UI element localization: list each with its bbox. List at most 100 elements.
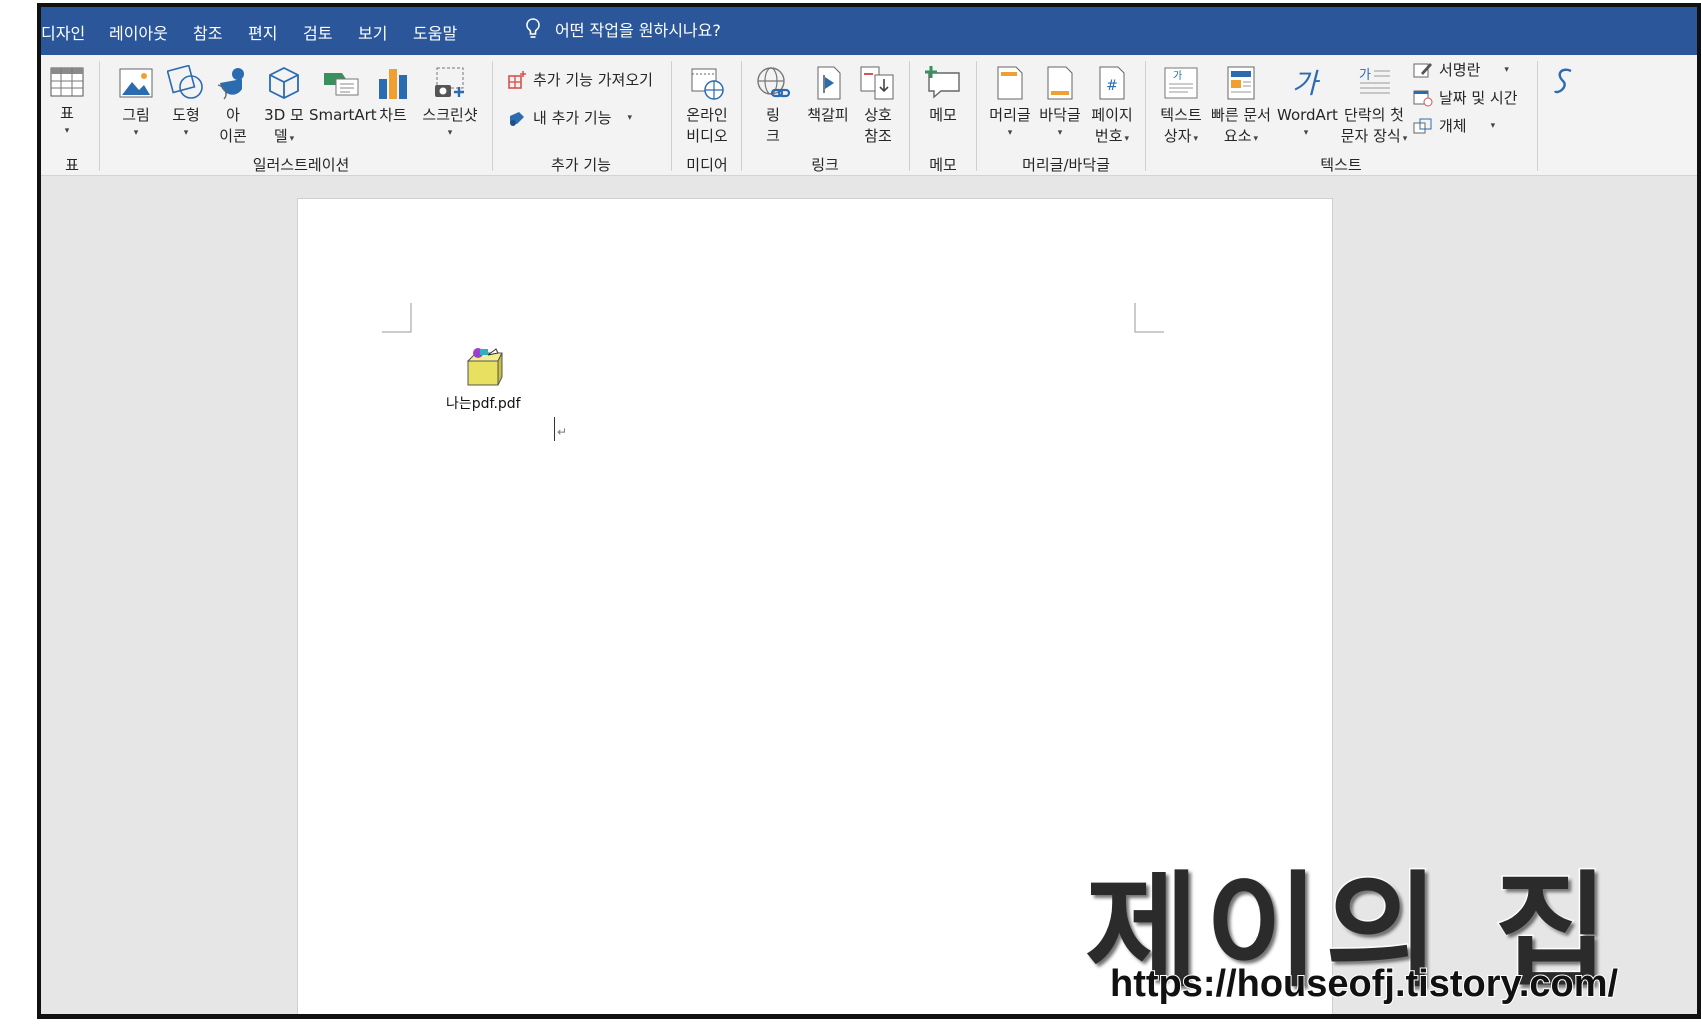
group-divider	[99, 61, 100, 171]
shapes-icon	[167, 65, 203, 99]
tell-me-box[interactable]: 어떤 작업을 원하시나요?	[523, 16, 721, 42]
chevron-down-icon: ▾	[447, 128, 453, 138]
text-box-button[interactable]: 가 텍스트 상자 ▾	[1155, 65, 1207, 150]
footer-icon	[1047, 66, 1073, 100]
drop-cap-label-line2: 문자 장식	[1340, 127, 1401, 145]
group-divider	[909, 61, 910, 171]
tab-layout[interactable]: 레이아웃	[109, 20, 168, 44]
quick-parts-label-line1: 빠른 문서	[1211, 106, 1271, 124]
cross-reference-label-line1: 상호	[864, 106, 892, 124]
comment-button[interactable]: 메모	[921, 65, 965, 126]
header-button[interactable]: 머리글 ▾	[987, 65, 1033, 140]
online-video-icon	[691, 68, 724, 100]
group-label-text: 텍스트	[1320, 156, 1362, 174]
svg-text:#: #	[1106, 78, 1118, 94]
chevron-down-icon: ▾	[1504, 64, 1509, 75]
screenshot-button[interactable]: 스크린샷 ▾	[417, 65, 483, 140]
lightbulb-icon	[526, 18, 540, 38]
table-label: 표	[60, 104, 74, 122]
chevron-down-icon: ▾	[1402, 134, 1408, 144]
quick-parts-label-line2: 요소	[1223, 127, 1252, 145]
wordart-label: WordArt	[1277, 106, 1338, 124]
chevron-down-icon: ▾	[133, 128, 139, 138]
new-comment-icon	[925, 66, 960, 99]
group-divider	[1537, 61, 1538, 171]
tell-me-text: 어떤 작업을 원하시나요?	[555, 21, 721, 40]
screenshot-icon	[435, 67, 464, 97]
group-divider	[1145, 61, 1146, 171]
chevron-down-icon: ▾	[627, 112, 633, 123]
link-label-line2: 크	[766, 127, 780, 145]
text-box-label-line2: 상자	[1163, 127, 1192, 145]
chevron-down-icon: ▾	[1007, 128, 1013, 138]
svg-text:가: 가	[1292, 67, 1321, 100]
chart-button[interactable]: 차트	[375, 65, 411, 126]
footer-button[interactable]: 바닥글 ▾	[1037, 65, 1083, 140]
tab-view[interactable]: 보기	[358, 20, 387, 44]
picture-button[interactable]: 그림 ▾	[113, 65, 159, 140]
wordart-button[interactable]: 가 WordArt ▾	[1277, 65, 1338, 140]
svg-text:가: 가	[1173, 70, 1182, 82]
chevron-down-icon: ▾	[1193, 134, 1199, 144]
smartart-icon	[324, 73, 359, 96]
bookmark-icon	[817, 66, 841, 100]
cross-reference-button[interactable]: 상호 참조	[855, 65, 901, 147]
tab-review[interactable]: 검토	[303, 20, 332, 44]
tab-help[interactable]: 도움말	[413, 20, 457, 44]
tab-design[interactable]: 디자인	[41, 20, 85, 44]
calendar-clock-icon	[1413, 90, 1433, 106]
bookmark-button[interactable]: 책갈피	[803, 65, 853, 126]
icons-label-line2: 이콘	[219, 127, 247, 145]
smartart-label: SmartArt	[309, 106, 377, 124]
drop-cap-icon: 가	[1359, 68, 1390, 94]
drop-cap-label-line1: 단락의 첫	[1344, 106, 1404, 124]
my-addins-icon	[510, 111, 524, 126]
quick-parts-icon	[1227, 66, 1255, 100]
chevron-down-icon: ▾	[183, 128, 189, 138]
online-video-button[interactable]: 온라인 비디오	[679, 65, 735, 147]
my-addins-button[interactable]: 내 추가 기능 ▾	[507, 107, 632, 128]
chart-label: 차트	[379, 106, 407, 124]
signature-line-button[interactable]: 서명란 ▾	[1413, 59, 1509, 80]
object-icon	[1413, 118, 1432, 133]
date-time-label: 날짜 및 시간	[1439, 89, 1518, 107]
icons-icon	[217, 68, 244, 100]
tab-references[interactable]: 참조	[193, 20, 222, 44]
attachment-filename: 나는pdf.pdf	[446, 396, 521, 412]
tab-mailings[interactable]: 편지	[248, 20, 277, 44]
equation-icon[interactable]	[1549, 65, 1579, 105]
quick-parts-button[interactable]: 빠른 문서 요소 ▾	[1209, 65, 1273, 150]
comment-label: 메모	[929, 106, 957, 124]
online-video-label-line2: 비디오	[686, 127, 728, 145]
date-time-button[interactable]: 날짜 및 시간	[1413, 87, 1518, 108]
smartart-button[interactable]: SmartArt	[309, 65, 377, 126]
group-label-links: 링크	[811, 156, 839, 174]
object-button[interactable]: 개체 ▾	[1413, 115, 1495, 136]
margin-corner-top-left	[382, 303, 412, 333]
group-label-table: 표	[65, 156, 79, 174]
bookmark-label: 책갈피	[807, 106, 849, 124]
get-addins-button[interactable]: 추가 기능 가져오기	[507, 69, 653, 90]
store-plus-icon	[508, 70, 526, 89]
header-label: 머리글	[989, 106, 1031, 124]
link-button[interactable]: 링 크	[753, 65, 793, 147]
cross-reference-icon	[860, 66, 894, 100]
embedded-pdf-object[interactable]: 나는pdf.pdf	[446, 347, 521, 413]
drop-cap-button[interactable]: 가 단락의 첫 문자 장식 ▾	[1339, 65, 1409, 150]
picture-label: 그림	[122, 106, 150, 124]
group-label-media: 미디어	[686, 156, 728, 174]
table-icon	[50, 67, 84, 97]
shapes-label: 도형	[172, 106, 200, 124]
page-number-label-line2: 번호	[1094, 127, 1123, 145]
icons-button[interactable]: 아 이콘	[213, 65, 253, 147]
shapes-button[interactable]: 도형 ▾	[163, 65, 209, 140]
3d-models-button[interactable]: 3D 모 델 ▾	[259, 65, 309, 150]
page-number-button[interactable]: # 페이지 번호 ▾	[1087, 65, 1137, 150]
online-video-label-line1: 온라인	[686, 106, 728, 124]
3d-models-label-line2: 델	[273, 127, 288, 145]
group-divider	[976, 61, 977, 171]
chevron-down-icon: ▾	[1124, 134, 1130, 144]
table-button[interactable]: 표 ▾	[47, 65, 87, 138]
group-label-illustrations: 일러스트레이션	[252, 156, 350, 174]
3d-models-label-line1: 3D 모	[264, 106, 304, 124]
